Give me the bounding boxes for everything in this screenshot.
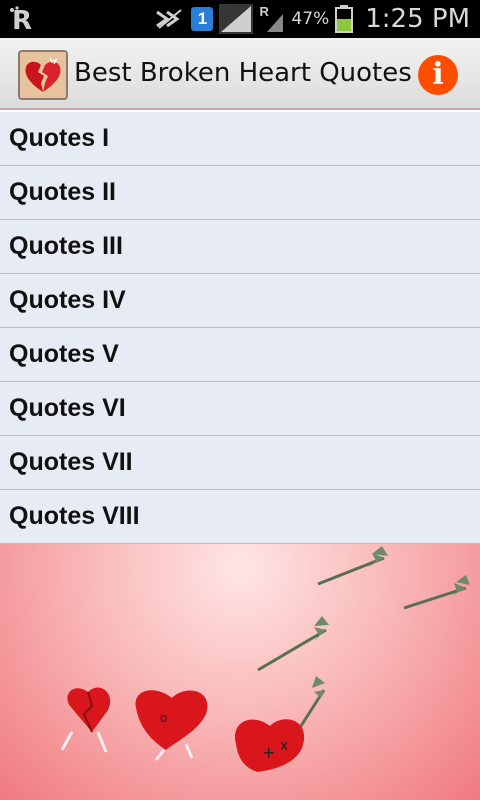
list-item-label: Quotes VI (9, 394, 126, 422)
list-item-quotes-6[interactable]: Quotes VI (0, 382, 480, 436)
signal-icon (219, 4, 254, 34)
list-item-quotes-5[interactable]: Quotes V (0, 328, 480, 382)
svg-text:+: + (262, 743, 275, 762)
arrow-icon (317, 546, 388, 586)
list-item-quotes-8[interactable]: Quotes VIII (0, 490, 480, 544)
list-item-quotes-1[interactable]: Quotes I (0, 112, 480, 166)
list-item-quotes-2[interactable]: Quotes II (0, 166, 480, 220)
app-icon (18, 50, 68, 100)
roaming-signal: R (259, 4, 285, 34)
broken-heart-left (60, 687, 111, 753)
list-item-label: Quotes VIII (9, 502, 140, 530)
info-icon: i (432, 57, 444, 92)
sim-icon: 1 (191, 7, 214, 31)
broken-heart-app-icon (20, 52, 66, 98)
roaming-signal-icon (267, 14, 284, 32)
list-item-label: Quotes I (9, 124, 110, 152)
sim-badge: 1 (197, 9, 208, 28)
app-title: Best Broken Heart Quotes (74, 58, 412, 88)
arrow-icon (403, 575, 470, 610)
status-icons: 1 R 47% 1:25 PM (155, 0, 470, 38)
action-bar: Best Broken Heart Quotes i (0, 38, 480, 110)
list-item-label: Quotes V (9, 340, 119, 368)
list-item-label: Quotes II (9, 178, 116, 206)
list-item-label: Quotes VII (9, 448, 133, 476)
list-item-quotes-7[interactable]: Quotes VII (0, 436, 480, 490)
list-item-label: Quotes III (9, 232, 123, 260)
battery-icon (335, 5, 354, 33)
list-item-label: Quotes IV (9, 286, 126, 314)
app-r-icon: R (10, 6, 32, 34)
quotes-list: Quotes I Quotes II Quotes III Quotes IV … (0, 112, 480, 544)
heart-right: + x (234, 719, 305, 772)
clock: 1:25 PM (365, 4, 470, 34)
status-bar: R 1 R 47% 1:25 PM (0, 0, 480, 38)
battery-percent: 47% (291, 9, 330, 29)
hearts-illustration: o + x (0, 544, 480, 800)
no-signal-icon (156, 9, 183, 29)
info-button[interactable]: i (418, 55, 458, 95)
svg-text:o: o (160, 711, 167, 725)
svg-text:x: x (280, 738, 288, 754)
svg-text:R: R (12, 6, 32, 34)
heart-middle: o (135, 690, 208, 761)
hearts-and-arrows-image: o + x (60, 546, 470, 772)
list-item-quotes-4[interactable]: Quotes IV (0, 274, 480, 328)
arrow-icon (257, 616, 329, 672)
list-item-quotes-3[interactable]: Quotes III (0, 220, 480, 274)
